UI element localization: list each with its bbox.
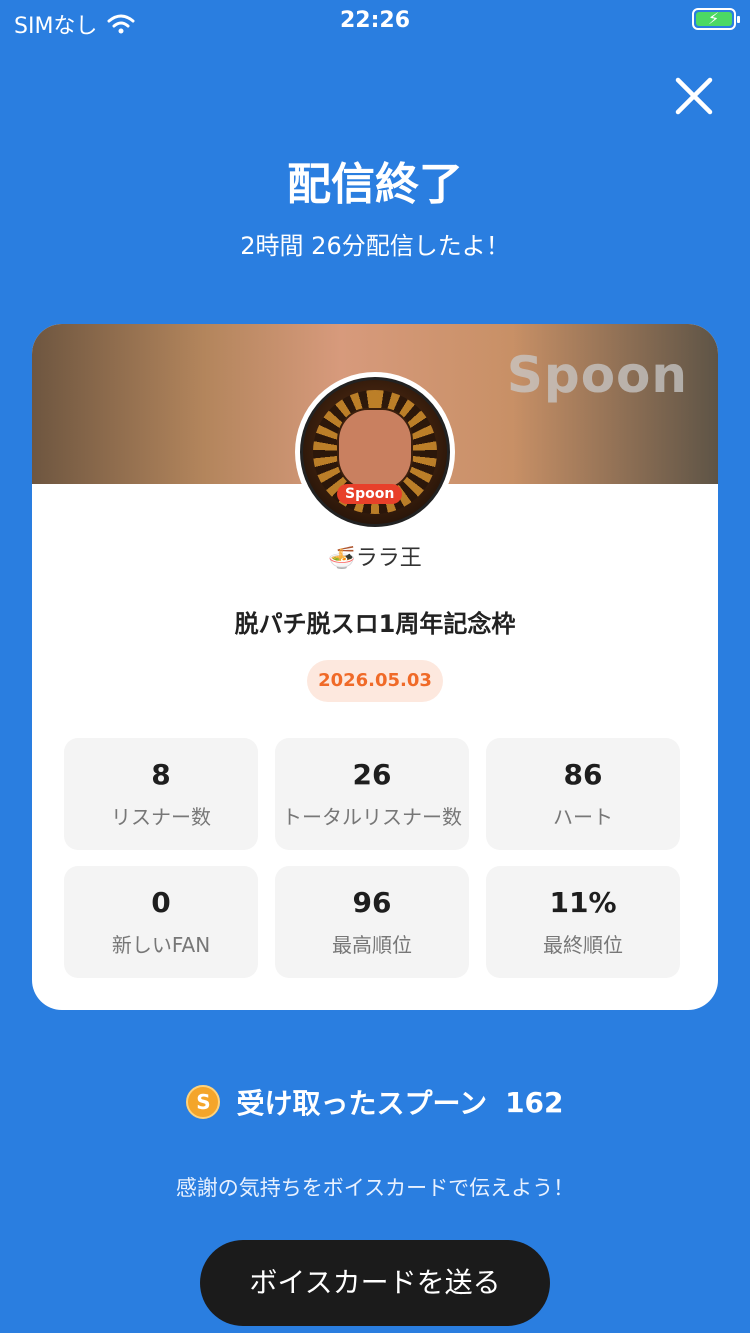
stat-label: ハート	[553, 805, 613, 829]
broadcast-summary-card: Spoon Spoon 🍜ララ王 脱パチ脱スロ1周年記念枠 2026.05.03…	[32, 324, 718, 1010]
stat-value: 0	[151, 886, 171, 919]
clock: 22:26	[339, 8, 411, 33]
stat-value: 26	[352, 758, 392, 791]
close-icon	[675, 77, 713, 115]
close-button[interactable]	[668, 70, 720, 122]
stat-new-fans: 0 新しいFAN	[64, 866, 258, 978]
dj-name-label: ララ王	[355, 546, 422, 571]
broadcast-duration: 2時間 26分配信したよ！	[240, 232, 510, 260]
stat-label: 新しいFAN	[111, 933, 211, 957]
send-voice-card-button[interactable]: ボイスカードを送る	[200, 1240, 550, 1326]
stats-grid: 8 リスナー数 26 トータルリスナー数 86 ハート 0 新しいFAN 96 …	[64, 738, 680, 978]
thanks-message: 感謝の気持ちをボイスカードで伝えよう！	[175, 1176, 575, 1200]
spoon-logo: Spoon	[506, 346, 688, 404]
stat-label: トータルリスナー数	[282, 805, 462, 829]
stat-value: 86	[563, 758, 603, 791]
live-title: 脱パチ脱スロ1周年記念枠	[234, 610, 516, 638]
avatar[interactable]: Spoon	[295, 372, 455, 532]
stat-label: 最高順位	[332, 933, 412, 957]
dj-name[interactable]: 🍜ララ王	[32, 540, 718, 572]
spoon-coin-icon: S	[186, 1085, 221, 1119]
stat-label: 最終順位	[543, 933, 623, 957]
stat-highest-rank: 96 最高順位	[275, 866, 469, 978]
stat-label: リスナー数	[111, 805, 211, 829]
spoons-count: 162	[505, 1085, 564, 1119]
stat-total-listeners: 26 トータルリスナー数	[275, 738, 469, 850]
stat-final-rank: 11% 最終順位	[486, 866, 680, 978]
stat-hearts: 86 ハート	[486, 738, 680, 850]
spoons-received: S 受け取ったスプーン 162	[0, 1082, 750, 1122]
battery-charging-icon: ⚡	[692, 8, 740, 30]
noodle-bowl-icon: 🍜	[328, 546, 356, 571]
page-title: 配信終了	[287, 159, 463, 210]
spoons-label: 受け取ったスプーン	[236, 1087, 488, 1120]
avatar-image: Spoon	[300, 377, 450, 527]
stat-value: 96	[352, 886, 392, 919]
stat-listeners: 8 リスナー数	[64, 738, 258, 850]
date-badge: 2026.05.03	[307, 660, 443, 702]
avatar-tag: Spoon	[337, 484, 403, 504]
status-bar: SIMなし 22:26 ⚡	[0, 0, 750, 40]
stat-value: 8	[151, 758, 171, 791]
stat-value: 11%	[549, 886, 617, 919]
